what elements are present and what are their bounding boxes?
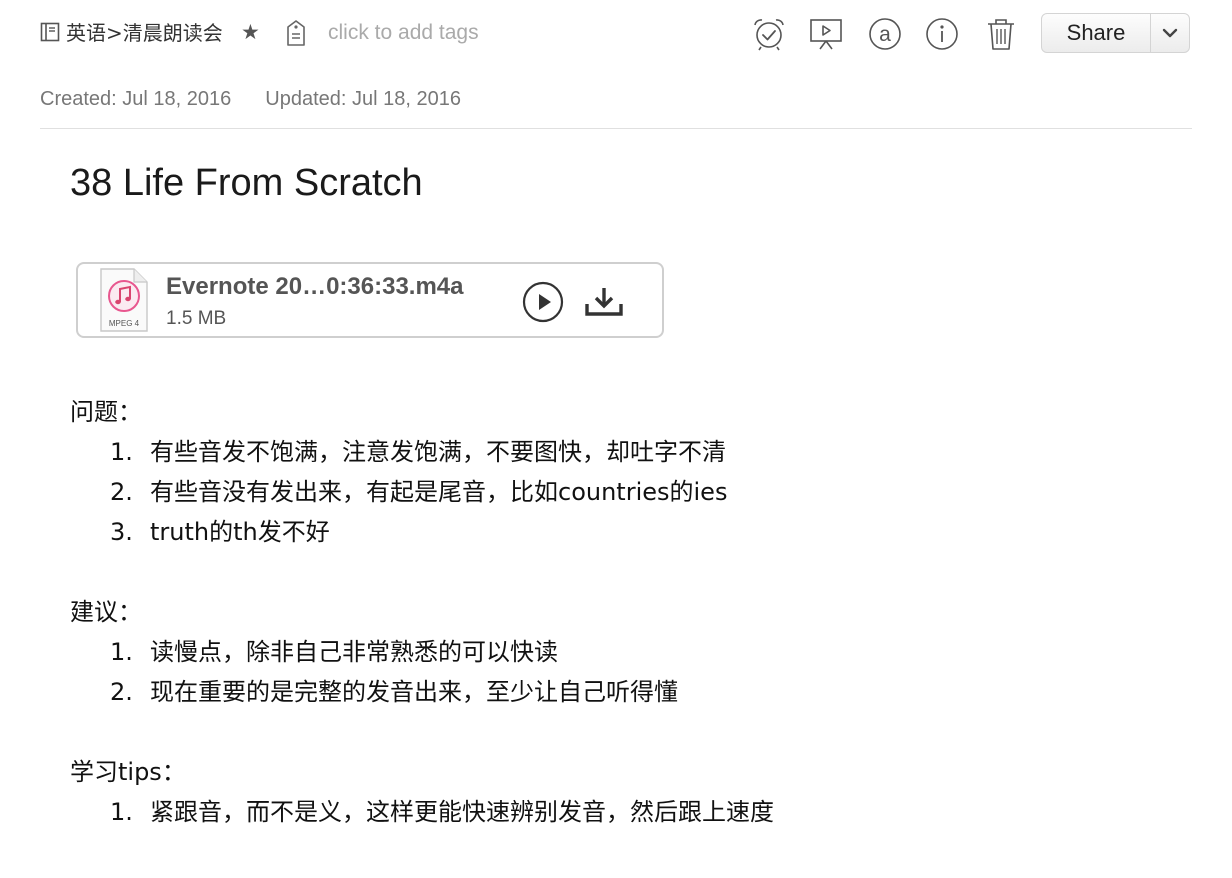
problems-list: 1. 有些音发不饱满，注意发饱满，不要图快，却吐字不清 2. 有些音没有发出来，有起… <box>70 432 1170 552</box>
trash-icon[interactable] <box>983 16 1019 52</box>
list-item-text: 紧跟音，而不是义，这样更能快速辨别发音，然后跟上速度 <box>150 798 774 826</box>
chevron-down-icon <box>1162 28 1178 38</box>
svg-text:a: a <box>879 23 891 46</box>
list-item-text: truth的th发不好 <box>150 518 330 546</box>
list-number: 3. <box>110 518 133 546</box>
updated-date: Updated: Jul 18, 2016 <box>265 88 461 110</box>
share-button[interactable]: Share <box>1042 14 1151 52</box>
list-item-text: 现在重要的是完整的发音出来，至少让自己听得懂 <box>150 678 678 706</box>
tags-input[interactable]: click to add tags <box>328 20 479 46</box>
list-number: 2. <box>110 478 133 506</box>
notebook-icon[interactable] <box>40 22 60 42</box>
download-icon[interactable] <box>583 284 625 320</box>
shortcut-star-icon[interactable]: ★ <box>241 20 260 46</box>
list-item: 3. truth的th发不好 <box>70 512 1170 552</box>
list-item-text: 有些音没有发出来，有起是尾音，比如countries的ies <box>150 478 728 506</box>
info-icon[interactable] <box>924 16 960 52</box>
section-heading-suggestions: 建议： <box>70 598 142 626</box>
tips-list: 1. 紧跟音，而不是义，这样更能快速辨别发音，然后跟上速度 <box>70 792 1170 832</box>
notebook-name[interactable]: 英语>清晨朗读会 <box>66 20 223 46</box>
section-heading-problems: 问题： <box>70 398 142 426</box>
list-item: 1. 紧跟音，而不是义，这样更能快速辨别发音，然后跟上速度 <box>70 792 1170 832</box>
play-icon[interactable] <box>522 281 564 323</box>
list-number: 1. <box>110 438 133 466</box>
file-type-label: MPEG 4 <box>109 319 140 328</box>
list-number: 1. <box>110 638 133 666</box>
alarm-clock-icon[interactable] <box>751 16 787 52</box>
note-header: 英语>清晨朗读会 ★ click to add tags a Share <box>0 0 1232 70</box>
attachment-file-size: 1.5 MB <box>166 308 227 329</box>
list-item-text: 读慢点，除非自己非常熟悉的可以快读 <box>150 638 558 666</box>
list-item: 1. 读慢点，除非自己非常熟悉的可以快读 <box>70 632 1170 672</box>
header-divider <box>40 128 1192 129</box>
list-item: 2. 有些音没有发出来，有起是尾音，比如countries的ies <box>70 472 1170 512</box>
list-item: 1. 有些音发不饱满，注意发饱满，不要图快，却吐字不清 <box>70 432 1170 472</box>
at-sign-icon[interactable]: a <box>867 16 903 52</box>
presentation-icon[interactable] <box>808 16 844 52</box>
suggestions-list: 1. 读慢点，除非自己非常熟悉的可以快读 2. 现在重要的是完整的发音出来，至少让自… <box>70 632 1170 712</box>
attachment-file-name: Evernote 20…0:36:33.m4a <box>166 273 464 300</box>
created-date: Created: Jul 18, 2016 <box>40 88 232 110</box>
note-title[interactable]: 38 Life From Scratch <box>70 160 423 206</box>
audio-attachment[interactable]: MPEG 4 Evernote 20…0:36:33.m4a 1.5 MB <box>76 262 664 338</box>
share-control: Share <box>1041 13 1190 53</box>
note-body[interactable]: 问题： 1. 有些音发不饱满，注意发饱满，不要图快，却吐字不清 2. 有些音没有发出… <box>70 392 1170 832</box>
mpeg4-file-icon: MPEG 4 <box>100 268 148 332</box>
note-dates: Created: Jul 18, 2016 Updated: Jul 18, 20… <box>40 86 461 112</box>
tag-icon[interactable] <box>285 19 307 47</box>
list-number: 2. <box>110 678 133 706</box>
list-item: 2. 现在重要的是完整的发音出来，至少让自己听得懂 <box>70 672 1170 712</box>
share-dropdown-button[interactable] <box>1151 14 1189 52</box>
section-heading-tips: 学习tips： <box>70 758 186 786</box>
list-item-text: 有些音发不饱满，注意发饱满，不要图快，却吐字不清 <box>150 438 726 466</box>
list-number: 1. <box>110 798 133 826</box>
